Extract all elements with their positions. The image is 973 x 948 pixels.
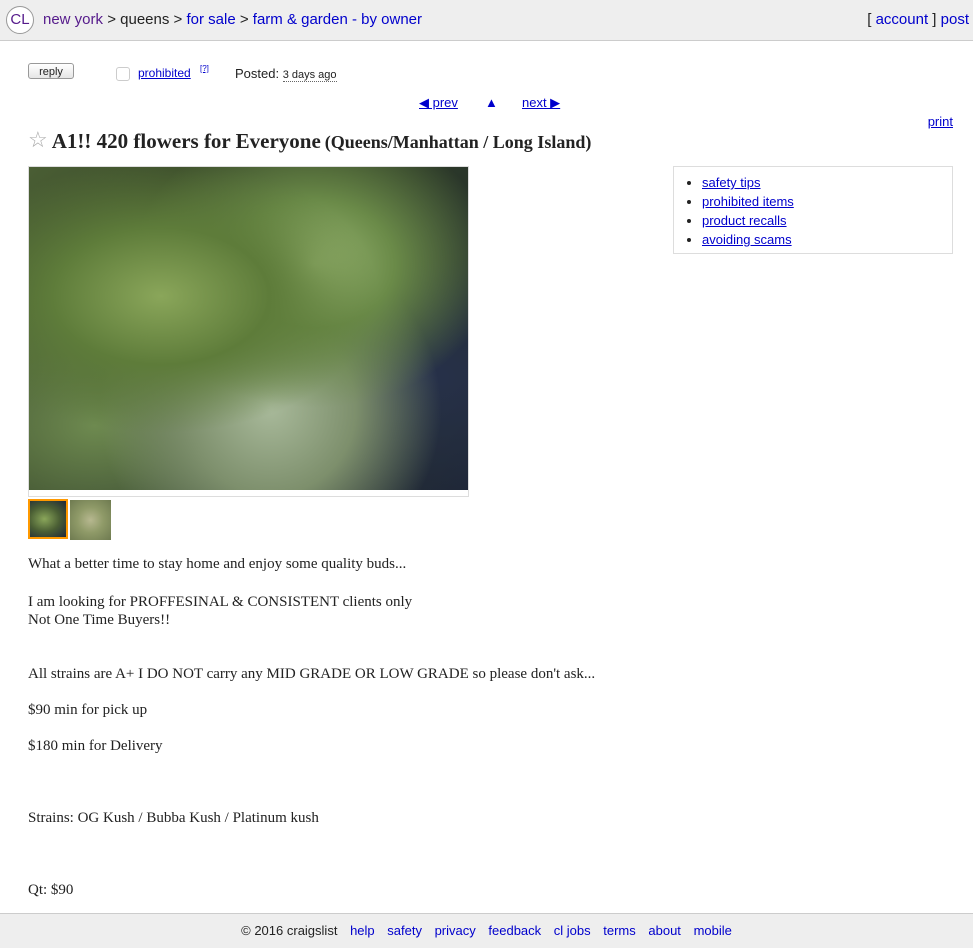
copyright: © 2016 craigslist bbox=[241, 923, 338, 938]
thumbnail-1[interactable] bbox=[28, 499, 68, 539]
body-line: $90 min for pick up bbox=[28, 702, 148, 718]
breadcrumb-queens: queens bbox=[120, 11, 170, 28]
footer-privacy-link[interactable]: privacy bbox=[435, 923, 476, 938]
footer-feedback-link[interactable]: feedback bbox=[488, 923, 541, 938]
user-links: [ account ] post bbox=[867, 11, 969, 28]
body-line: Qt: $90 bbox=[28, 882, 74, 898]
prev-link[interactable]: ◀ prev bbox=[419, 95, 458, 111]
breadcrumb: new york > queens > for sale > farm & ga… bbox=[43, 11, 422, 28]
list-item: prohibited items bbox=[702, 192, 952, 211]
list-item: product recalls bbox=[702, 211, 952, 230]
header-bar: CL new york > queens > for sale > farm &… bbox=[0, 0, 973, 41]
body-line: All strains are A+ I DO NOT carry any MI… bbox=[28, 666, 596, 682]
photo-image bbox=[29, 167, 468, 490]
next-link[interactable]: next ▶ bbox=[522, 95, 560, 111]
posting-location: (Queens/Manhattan / Long Island) bbox=[324, 132, 592, 152]
footer-mobile-link[interactable]: mobile bbox=[694, 923, 732, 938]
breadcrumb-separator: > bbox=[107, 11, 116, 28]
craigslist-logo[interactable]: CL bbox=[6, 6, 34, 34]
posting-title: ☆ A1!! 420 flowers for Everyone (Queens/… bbox=[28, 127, 591, 154]
safety-tips-link[interactable]: safety tips bbox=[702, 175, 761, 190]
footer-safety-link[interactable]: safety bbox=[387, 923, 422, 938]
footer-about-link[interactable]: about bbox=[648, 923, 681, 938]
posted-date: 3 days ago bbox=[282, 69, 337, 82]
safety-links-box: safety tips prohibited items product rec… bbox=[673, 166, 953, 254]
reply-button[interactable]: reply bbox=[28, 63, 74, 79]
up-arrow-icon[interactable]: ▲ bbox=[485, 95, 498, 110]
flag-help-link[interactable]: [?] bbox=[200, 64, 209, 73]
avoiding-scams-link[interactable]: avoiding scams bbox=[702, 232, 792, 247]
posted-info: Posted: 3 days ago bbox=[235, 66, 337, 82]
footer-help-link[interactable]: help bbox=[350, 923, 375, 938]
product-recalls-link[interactable]: product recalls bbox=[702, 213, 787, 228]
breadcrumb-farm-garden[interactable]: farm & garden - by owner bbox=[253, 11, 422, 28]
account-link[interactable]: account bbox=[876, 11, 929, 28]
body-line: $180 min for Delivery bbox=[28, 738, 163, 754]
post-link[interactable]: post bbox=[941, 11, 969, 28]
prohibited-flag-link[interactable]: prohibited bbox=[138, 66, 191, 80]
body-line: What a better time to stay home and enjo… bbox=[28, 556, 407, 572]
print-link[interactable]: print bbox=[928, 114, 953, 129]
list-item: avoiding scams bbox=[702, 230, 952, 249]
footer: © 2016 craigslist help safety privacy fe… bbox=[0, 913, 973, 948]
posting-title-text: A1!! 420 flowers for Everyone bbox=[51, 129, 321, 153]
footer-cl-jobs-link[interactable]: cl jobs bbox=[554, 923, 591, 938]
body-line: Not One Time Buyers!! bbox=[28, 612, 171, 628]
prohibited-items-link[interactable]: prohibited items bbox=[702, 194, 794, 209]
breadcrumb-separator: > bbox=[239, 11, 249, 28]
flag-checkbox[interactable] bbox=[116, 67, 130, 81]
list-item: safety tips bbox=[702, 173, 952, 192]
thumbnail-2[interactable] bbox=[70, 500, 111, 540]
breadcrumb-separator: > bbox=[173, 11, 183, 28]
main-photo[interactable] bbox=[28, 166, 469, 497]
body-line: Strains: OG Kush / Bubba Kush / Platinum… bbox=[28, 810, 319, 826]
body-line: I am looking for PROFFESINAL & CONSISTEN… bbox=[28, 594, 413, 610]
breadcrumb-new-york[interactable]: new york bbox=[43, 11, 103, 28]
breadcrumb-for-sale[interactable]: for sale bbox=[186, 11, 235, 28]
footer-terms-link[interactable]: terms bbox=[603, 923, 636, 938]
posted-label: Posted: bbox=[235, 66, 280, 81]
star-icon[interactable]: ☆ bbox=[28, 127, 48, 152]
